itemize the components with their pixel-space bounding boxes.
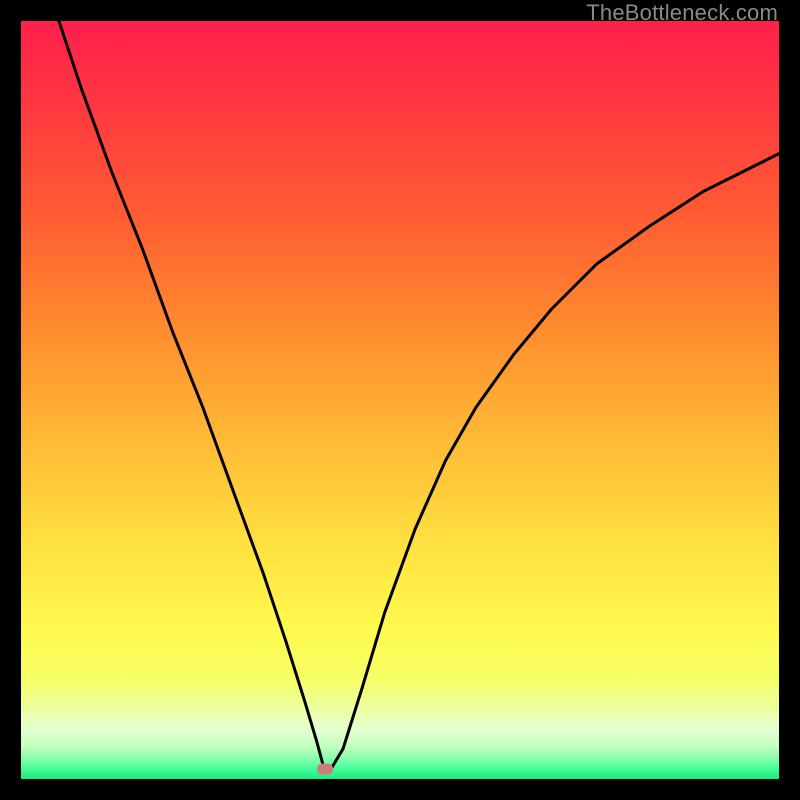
optimal-point-marker (317, 764, 333, 775)
chart-gradient-background (21, 21, 779, 779)
watermark-text: TheBottleneck.com (586, 0, 778, 26)
chart-frame (21, 21, 779, 779)
